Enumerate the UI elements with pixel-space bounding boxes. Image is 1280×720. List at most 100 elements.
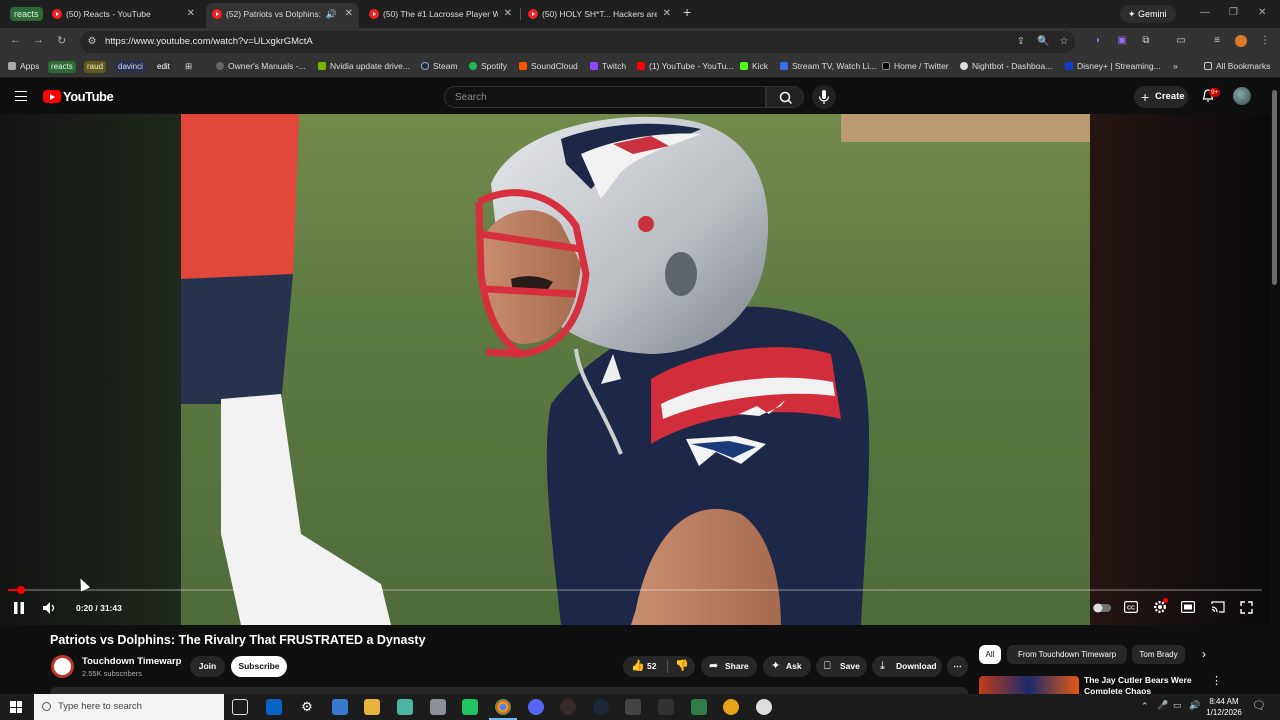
- bookmark-spotify[interactable]: Spotify: [469, 61, 507, 71]
- channel-name[interactable]: Touchdown Timewarp: [82, 656, 181, 667]
- bookmark-youtube[interactable]: (1) YouTube - YouTu...: [637, 61, 733, 71]
- extension-icon[interactable]: ◗: [1092, 35, 1104, 47]
- zoom-icon[interactable]: 🔍: [1037, 36, 1049, 48]
- create-button[interactable]: Create: [1134, 86, 1188, 108]
- more-actions-button[interactable]: ⋯: [947, 656, 968, 677]
- restore-icon[interactable]: ❐: [1229, 7, 1238, 18]
- fullscreen-icon[interactable]: [1240, 601, 1253, 614]
- extensions-puzzle-icon[interactable]: ⧉: [1140, 35, 1152, 47]
- windows-start-icon[interactable]: [10, 701, 22, 713]
- file-explorer-icon[interactable]: [364, 699, 380, 715]
- browser-tab[interactable]: (50) The #1 Lacrosse Player Wh ✕: [363, 4, 518, 24]
- browser-tab[interactable]: (50) HOLY SH*T... Hackers are u ✕: [522, 4, 677, 24]
- thumbs-down-icon[interactable]: 👎: [675, 656, 689, 677]
- chrome-menu-icon[interactable]: ⋮: [1259, 35, 1271, 47]
- gemini-button[interactable]: ✦ Gemini: [1120, 5, 1176, 23]
- search-input[interactable]: [445, 87, 765, 108]
- share-button[interactable]: ➦ Share: [701, 656, 757, 677]
- media-controls-icon[interactable]: ≡: [1211, 35, 1223, 47]
- recommended-title[interactable]: The Jay Cutler Bears Were Complete Chaos: [1084, 675, 1204, 694]
- save-button[interactable]: ⎕ Save: [816, 656, 867, 677]
- taskbar-clock[interactable]: 8:44 AM 1/12/2026: [1204, 696, 1244, 718]
- install-app-icon[interactable]: ⇪: [1015, 36, 1027, 48]
- bookmark-folder-davinci[interactable]: davinci: [115, 61, 146, 73]
- bookmark-soundcloud[interactable]: SoundCloud: [519, 61, 578, 71]
- back-arrow-icon[interactable]: ←: [10, 34, 21, 46]
- bookmark-kick[interactable]: Kick: [740, 61, 768, 71]
- bookmark-nvidia[interactable]: Nvidia update drive...: [318, 61, 410, 71]
- tray-chevron-icon[interactable]: ⌃: [1141, 701, 1149, 712]
- app-icon[interactable]: [397, 699, 413, 715]
- search-box[interactable]: [444, 86, 766, 108]
- bookmark-twitter[interactable]: Home / Twitter: [882, 61, 949, 71]
- voice-search-button[interactable]: [812, 85, 836, 109]
- app-icon[interactable]: [560, 699, 576, 715]
- pause-icon[interactable]: [13, 601, 25, 615]
- thumbs-up-icon[interactable]: 👍: [631, 656, 645, 677]
- tab-close-icon[interactable]: ✕: [504, 4, 512, 24]
- tab-group-reacts[interactable]: reacts: [10, 7, 43, 21]
- download-button[interactable]: ⤓ Download: [872, 656, 942, 677]
- steam-icon[interactable]: [593, 699, 609, 715]
- autoplay-toggle-icon[interactable]: [1093, 603, 1111, 613]
- tab-groups-icon[interactable]: ⊞: [185, 61, 192, 72]
- speaker-audio-icon[interactable]: 🔊: [326, 3, 337, 25]
- join-button[interactable]: Join: [190, 656, 225, 677]
- recommended-thumbnail[interactable]: [979, 676, 1079, 694]
- minimize-icon[interactable]: —: [1200, 7, 1210, 18]
- cast-icon[interactable]: [1211, 601, 1225, 613]
- forward-arrow-icon[interactable]: →: [33, 34, 44, 46]
- bookmark-nightbot[interactable]: Nightbot - Dashboa...: [960, 61, 1052, 71]
- profile-avatar-icon[interactable]: [1235, 35, 1247, 47]
- ask-button[interactable]: ✦ Ask: [763, 656, 811, 677]
- theater-mode-icon[interactable]: [1181, 601, 1195, 613]
- chrome-icon[interactable]: [489, 699, 517, 720]
- app-icon[interactable]: [691, 699, 707, 715]
- account-avatar[interactable]: [1233, 87, 1251, 105]
- recommended-more-icon[interactable]: ⋮: [1211, 674, 1222, 687]
- captions-icon[interactable]: CC: [1124, 601, 1138, 613]
- video-frame[interactable]: [181, 114, 1090, 625]
- close-window-icon[interactable]: ✕: [1258, 7, 1266, 18]
- bookmark-star-icon[interactable]: ☆: [1058, 36, 1070, 48]
- browser-tab-active[interactable]: (52) Patriots vs Dolphins: Th 🔊 ✕: [206, 3, 359, 28]
- store-icon[interactable]: [332, 699, 348, 715]
- app-icon[interactable]: [658, 699, 674, 715]
- bookmark-stream-tv[interactable]: Stream TV, Watch Li...: [780, 61, 876, 71]
- tray-mic-icon[interactable]: 🎤: [1157, 700, 1168, 711]
- progress-bar[interactable]: [8, 586, 1262, 594]
- scrollbar-thumb[interactable]: [1272, 90, 1277, 285]
- menu-icon[interactable]: [15, 91, 27, 101]
- tray-network-icon[interactable]: ▭: [1173, 700, 1182, 711]
- bookmark-owners-manuals[interactable]: Owner's Manuals -...: [216, 61, 306, 71]
- chip-all[interactable]: All: [979, 645, 1001, 664]
- mail-icon[interactable]: [266, 699, 282, 715]
- description-box[interactable]: [50, 687, 968, 694]
- video-player[interactable]: 0:20 / 31:43 CC: [0, 114, 1270, 625]
- notification-center-icon[interactable]: 🗨: [1252, 699, 1266, 712]
- youtube-logo-icon[interactable]: [43, 90, 61, 103]
- twitch-extension-icon[interactable]: ▣: [1116, 35, 1128, 47]
- bookmark-folder-raud[interactable]: raud: [84, 61, 107, 73]
- channel-avatar[interactable]: [51, 655, 74, 678]
- browser-tab[interactable]: (50) Reacts - YouTube ✕: [46, 4, 201, 24]
- app-icon[interactable]: [756, 699, 772, 715]
- youtube-logo-text[interactable]: YouTube: [63, 89, 114, 104]
- app-icon[interactable]: [723, 699, 739, 715]
- task-view-icon[interactable]: [232, 699, 248, 715]
- tab-close-icon[interactable]: ✕: [663, 4, 671, 24]
- bookmark-steam[interactable]: Steam: [421, 61, 458, 71]
- bookmark-apps[interactable]: Apps: [8, 61, 39, 71]
- bookmark-twitch[interactable]: Twitch: [590, 61, 626, 71]
- app-icon[interactable]: [462, 699, 478, 715]
- side-panel-icon[interactable]: ▭: [1175, 35, 1187, 47]
- bookmark-folder-edit[interactable]: edit: [154, 61, 173, 73]
- reload-icon[interactable]: ↻: [57, 34, 66, 47]
- taskbar-search-box[interactable]: Type here to search: [34, 694, 224, 720]
- chip-from-channel[interactable]: From Touchdown Timewarp: [1007, 645, 1127, 664]
- bookmark-disney[interactable]: Disney+ | Streaming...: [1065, 61, 1161, 71]
- chip-tom-brady[interactable]: Tom Brady: [1132, 645, 1185, 664]
- subscribe-button[interactable]: Subscribe: [231, 656, 287, 677]
- volume-icon[interactable]: [42, 601, 58, 615]
- app-icon[interactable]: [625, 699, 641, 715]
